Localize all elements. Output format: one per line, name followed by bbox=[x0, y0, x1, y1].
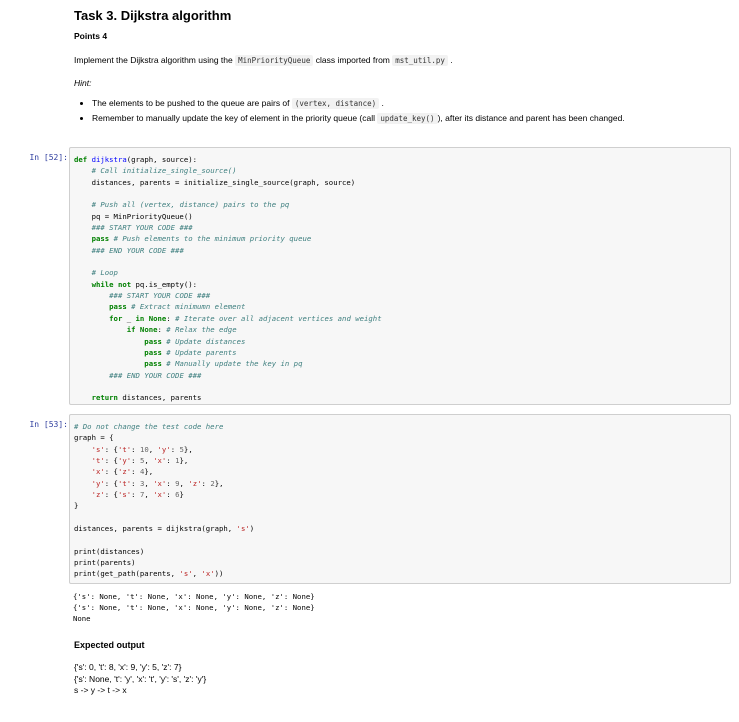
cell-prompt: In [52]: bbox=[29, 153, 68, 162]
expected-line: s -> y -> t -> x bbox=[74, 685, 127, 695]
hint-text: . bbox=[379, 98, 384, 108]
expected-line: {'s': 0, 't': 8, 'x': 9, 'y': 5, 'z': 7} bbox=[74, 662, 182, 672]
hint-text: ), after its distance and parent has bee… bbox=[437, 113, 625, 123]
expected-output-heading: Expected output bbox=[74, 640, 145, 650]
intro-text-b: class imported from bbox=[313, 55, 393, 65]
expected-output: {'s': 0, 't': 8, 'x': 9, 'y': 5, 'z': 7}… bbox=[74, 662, 206, 697]
inline-code-module: mst_util.py bbox=[392, 55, 448, 66]
inline-code-class: MinPriorityQueue bbox=[235, 55, 314, 66]
hint-list: The elements to be pushed to the queue a… bbox=[74, 96, 625, 126]
hint-item: The elements to be pushed to the queue a… bbox=[92, 96, 625, 111]
output-line: None bbox=[73, 614, 91, 623]
code-cell-dijkstra[interactable]: def dijkstra(graph, source): # Call init… bbox=[69, 147, 731, 405]
cell-prompt: In [53]: bbox=[29, 420, 68, 429]
points-label: Points 4 bbox=[74, 31, 108, 41]
expected-line: {'s': None, 't': 'y', 'x': 't', 'y': 's'… bbox=[74, 673, 207, 684]
intro-text-c: . bbox=[447, 55, 453, 65]
inline-code: (vertex, distance) bbox=[291, 98, 380, 109]
code-editor[interactable]: # Do not change the test code here graph… bbox=[70, 415, 730, 586]
code-editor[interactable]: def dijkstra(graph, source): # Call init… bbox=[70, 148, 730, 410]
code-cell-test[interactable]: # Do not change the test code here graph… bbox=[69, 414, 731, 584]
hint-text: The elements to be pushed to the queue a… bbox=[92, 98, 292, 108]
hint-label: Hint: bbox=[74, 78, 92, 88]
task-title: Task 3. Dijkstra algorithm bbox=[74, 8, 232, 23]
hint-item: Remember to manually update the key of e… bbox=[92, 111, 625, 126]
cell-output: {'s': None, 't': None, 'x': None, 'y': N… bbox=[73, 591, 315, 624]
output-line: {'s': None, 't': None, 'x': None, 'y': N… bbox=[73, 592, 315, 601]
task-description: Implement the Dijkstra algorithm using t… bbox=[74, 55, 453, 66]
intro-text-a: Implement the Dijkstra algorithm using t… bbox=[74, 55, 236, 65]
hint-text: Remember to manually update the key of e… bbox=[92, 113, 378, 123]
output-line: {'s': None, 't': None, 'x': None, 'y': N… bbox=[73, 603, 315, 612]
inline-code: update_key() bbox=[377, 113, 438, 124]
